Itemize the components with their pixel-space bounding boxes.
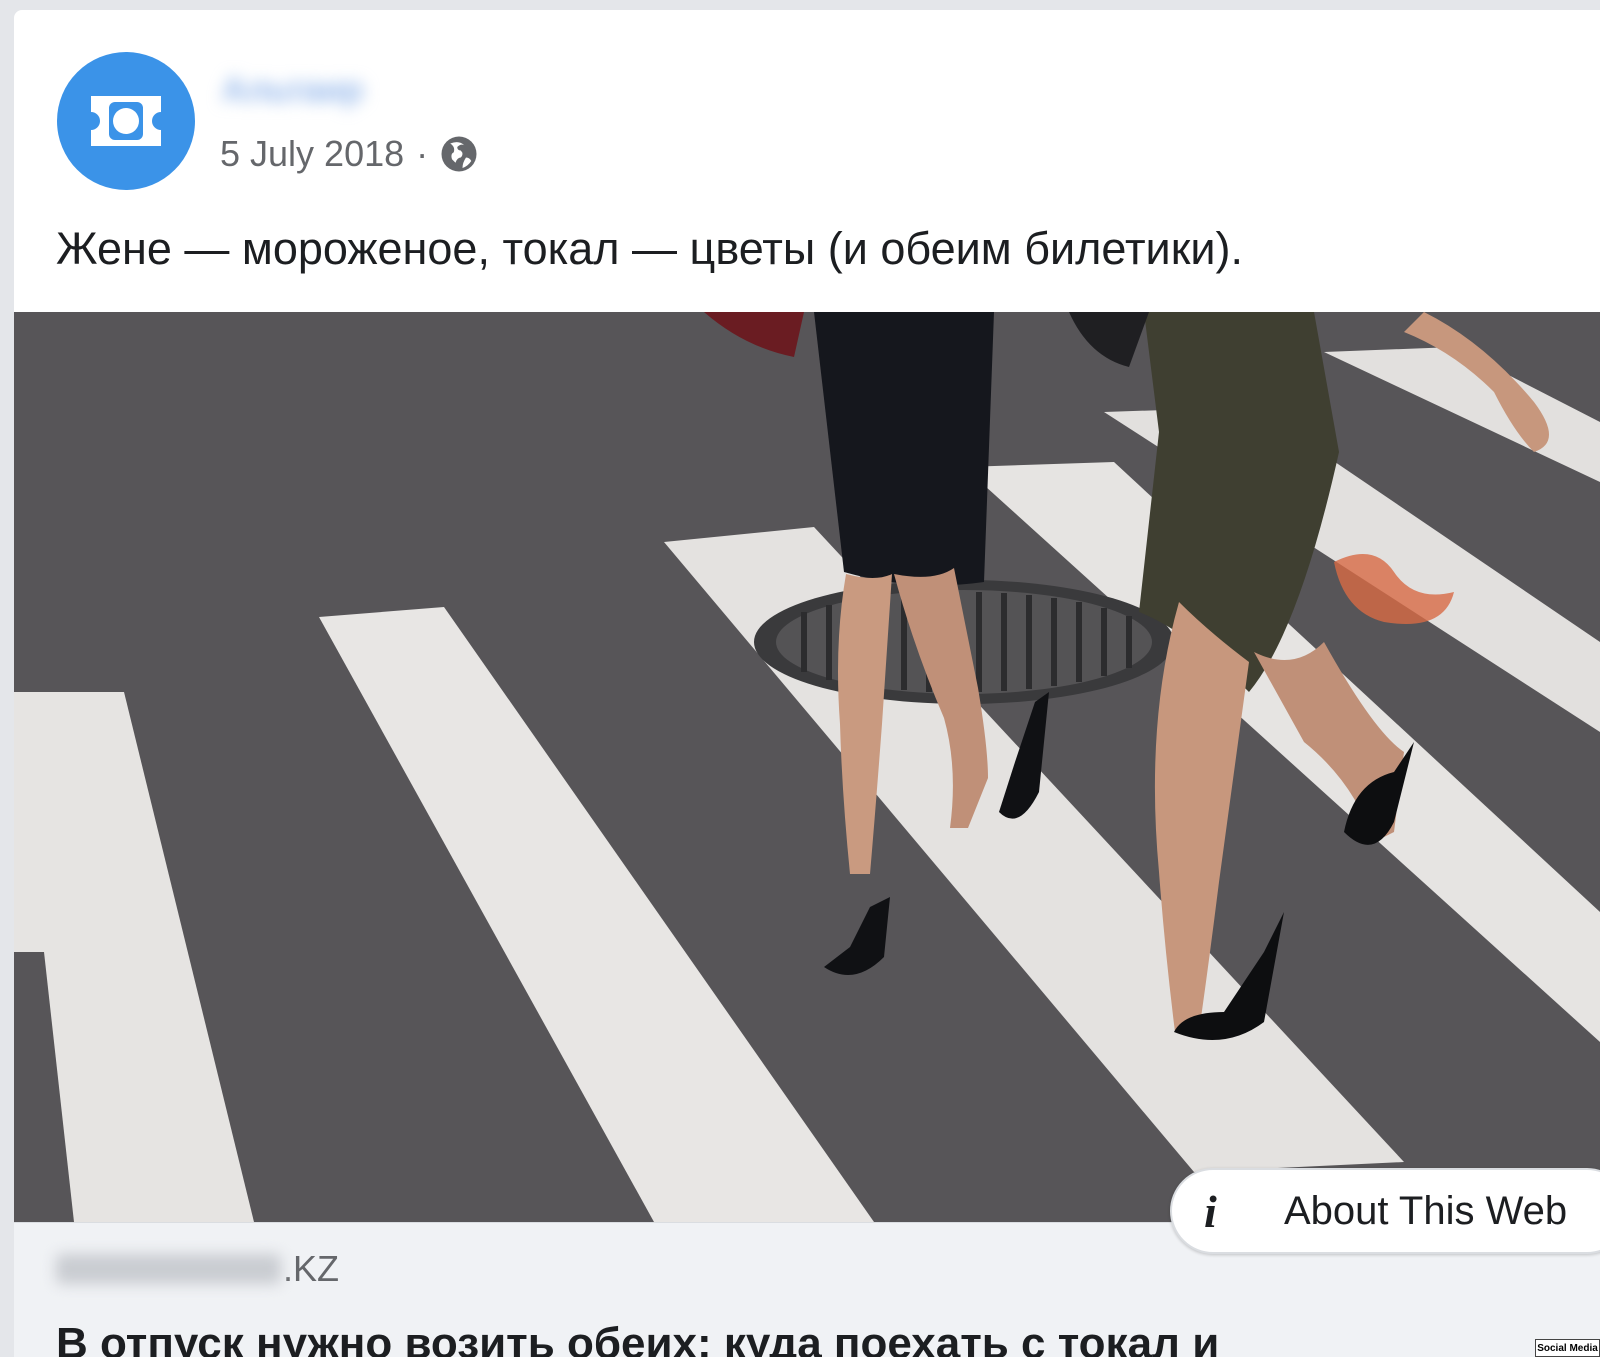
ticket-logo-icon — [91, 96, 161, 146]
about-button-label: About This Web — [1284, 1188, 1568, 1233]
domain-suffix: .KZ — [283, 1248, 340, 1289]
post-meta: 5 July 2018 · — [220, 132, 480, 176]
info-icon: i — [1204, 1185, 1217, 1237]
post-message: Жене — мороженое, токал — цветы (и обеим… — [56, 223, 1244, 274]
page-avatar[interactable] — [57, 52, 195, 190]
globe-icon[interactable] — [438, 133, 480, 175]
post-date[interactable]: 5 July 2018 — [220, 133, 404, 175]
watermark-badge: Social Media — [1535, 1339, 1600, 1357]
crosswalk-photo[interactable] — [14, 312, 1600, 1222]
page-name[interactable]: Альтаир — [222, 70, 452, 110]
about-this-website-button[interactable]: i About This Web — [1170, 1168, 1600, 1254]
meta-separator: · — [416, 133, 429, 174]
link-headline[interactable]: В отпуск нужно возить обеих: куда поехат… — [56, 1314, 1600, 1357]
post-card: Альтаир 5 July 2018 · Жене — мороженое, … — [14, 10, 1600, 1357]
link-domain[interactable]: .KZ — [56, 1247, 339, 1291]
domain-blurred — [56, 1254, 281, 1284]
